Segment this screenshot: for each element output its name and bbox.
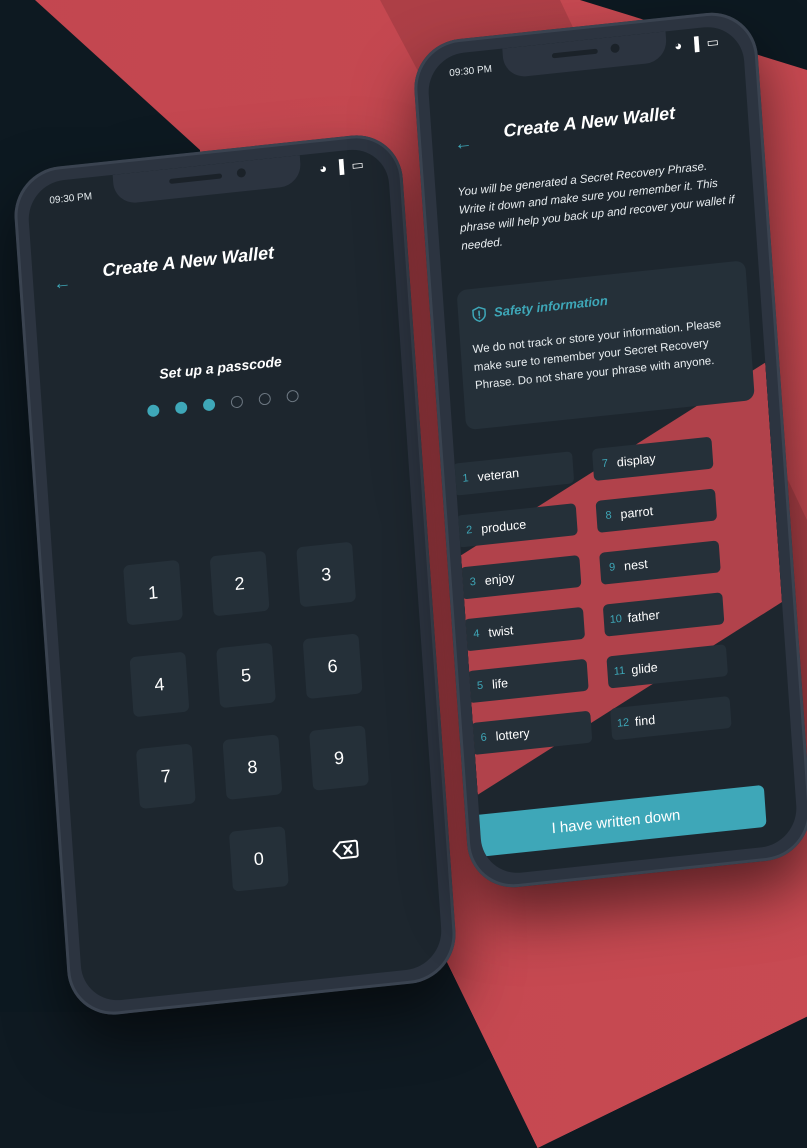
phrase-word-text: produce: [480, 517, 527, 537]
phrase-word-number: 8: [605, 509, 613, 523]
backspace-button[interactable]: [315, 817, 375, 883]
key-8[interactable]: 8: [222, 734, 283, 800]
passcode-dot-filled: [174, 401, 188, 415]
key-3[interactable]: 3: [296, 541, 357, 608]
status-time: 09:30 PM: [49, 191, 93, 207]
back-arrow-icon[interactable]: ←: [454, 132, 473, 155]
phrase-word: 12 find: [610, 695, 732, 741]
number-keypad: 1 2 3 4 5 6 7 8 9 0: [123, 541, 369, 892]
key-7[interactable]: 7: [135, 743, 196, 810]
phrase-word-number: 12: [616, 716, 630, 730]
passcode-dot-empty: [258, 392, 272, 406]
back-arrow-icon[interactable]: ←: [53, 272, 72, 295]
phrase-word-text: find: [634, 712, 656, 729]
signal-icon: ▐: [334, 158, 347, 175]
phone-notch: [112, 155, 303, 205]
phrase-word-number: 7: [601, 457, 609, 471]
phrase-word-text: lottery: [495, 726, 531, 744]
phrase-word-text: nest: [623, 556, 649, 574]
phrase-word-number: 10: [609, 612, 623, 627]
phrase-word-text: veteran: [477, 465, 520, 485]
wifi-icon: ◕: [318, 160, 330, 177]
shield-icon: [472, 306, 486, 323]
intro-text: You will be generated a Secret Recovery …: [457, 160, 735, 253]
recovery-phrase-screen: 09:30 PM ◕ ▐ ▭ ← Create A New Wallet You…: [426, 23, 799, 877]
key-5[interactable]: 5: [216, 642, 276, 709]
key-0[interactable]: 0: [228, 826, 289, 892]
battery-icon: ▭: [705, 33, 722, 51]
phrase-word-number: 11: [613, 664, 626, 678]
status-icons: ◕ ▐ ▭: [674, 34, 722, 55]
phrase-word-text: glide: [630, 660, 659, 678]
key-6[interactable]: 6: [302, 633, 363, 700]
phrase-word: 1 veteran: [452, 451, 575, 496]
phrase-word-number: 6: [480, 731, 488, 745]
signal-icon: ▐: [689, 35, 702, 52]
phone-passcode: 09:30 PM ◕ ▐ ▭ ← Create A New Wallet Set…: [11, 130, 459, 1020]
status-icons: ◕ ▐ ▭: [319, 156, 367, 177]
battery-icon: ▭: [350, 156, 367, 173]
status-time: 09:30 PM: [448, 63, 493, 80]
safety-text: We do not track or store your informatio…: [472, 318, 722, 393]
passcode-dot-filled: [202, 398, 216, 412]
phrase-word-number: 4: [473, 627, 480, 641]
camera-icon: [236, 167, 247, 178]
page-title: Create A New Wallet: [502, 102, 676, 141]
phone-notch: [501, 31, 668, 79]
phone-recovery-phrase: 09:30 PM ◕ ▐ ▭ ← Create A New Wallet You…: [411, 7, 807, 893]
phrase-word-number: 2: [465, 524, 473, 537]
key-2[interactable]: 2: [209, 550, 270, 617]
camera-icon: [610, 43, 621, 54]
phrase-word-text: twist: [487, 623, 514, 640]
safety-title: Safety information: [493, 292, 609, 320]
phrase-word-number: 9: [608, 561, 616, 574]
backspace-icon: [332, 839, 359, 860]
page-title: Create A New Wallet: [101, 242, 275, 281]
phrase-word-text: life: [491, 676, 509, 692]
phrase-word-number: 5: [476, 679, 484, 693]
phrase-word-text: father: [627, 607, 661, 626]
key-4[interactable]: 4: [129, 651, 190, 718]
passcode-dot-empty: [230, 395, 244, 409]
wifi-icon: ◕: [673, 37, 685, 54]
phrase-word-number: 1: [462, 472, 470, 485]
written-down-button[interactable]: I have written down: [465, 784, 767, 859]
phrase-word-text: enjoy: [484, 570, 516, 588]
key-1[interactable]: 1: [123, 559, 183, 626]
key-9[interactable]: 9: [309, 725, 369, 791]
speaker-icon: [551, 48, 598, 59]
passcode-screen: 09:30 PM ◕ ▐ ▭ ← Create A New Wallet Set…: [26, 146, 444, 1004]
passcode-dot-empty: [286, 389, 300, 403]
phrase-word-text: parrot: [620, 504, 654, 522]
passcode-dot-filled: [146, 404, 160, 418]
phrase-word-text: display: [616, 451, 657, 470]
speaker-icon: [169, 173, 223, 184]
phrase-word-number: 3: [469, 575, 477, 589]
